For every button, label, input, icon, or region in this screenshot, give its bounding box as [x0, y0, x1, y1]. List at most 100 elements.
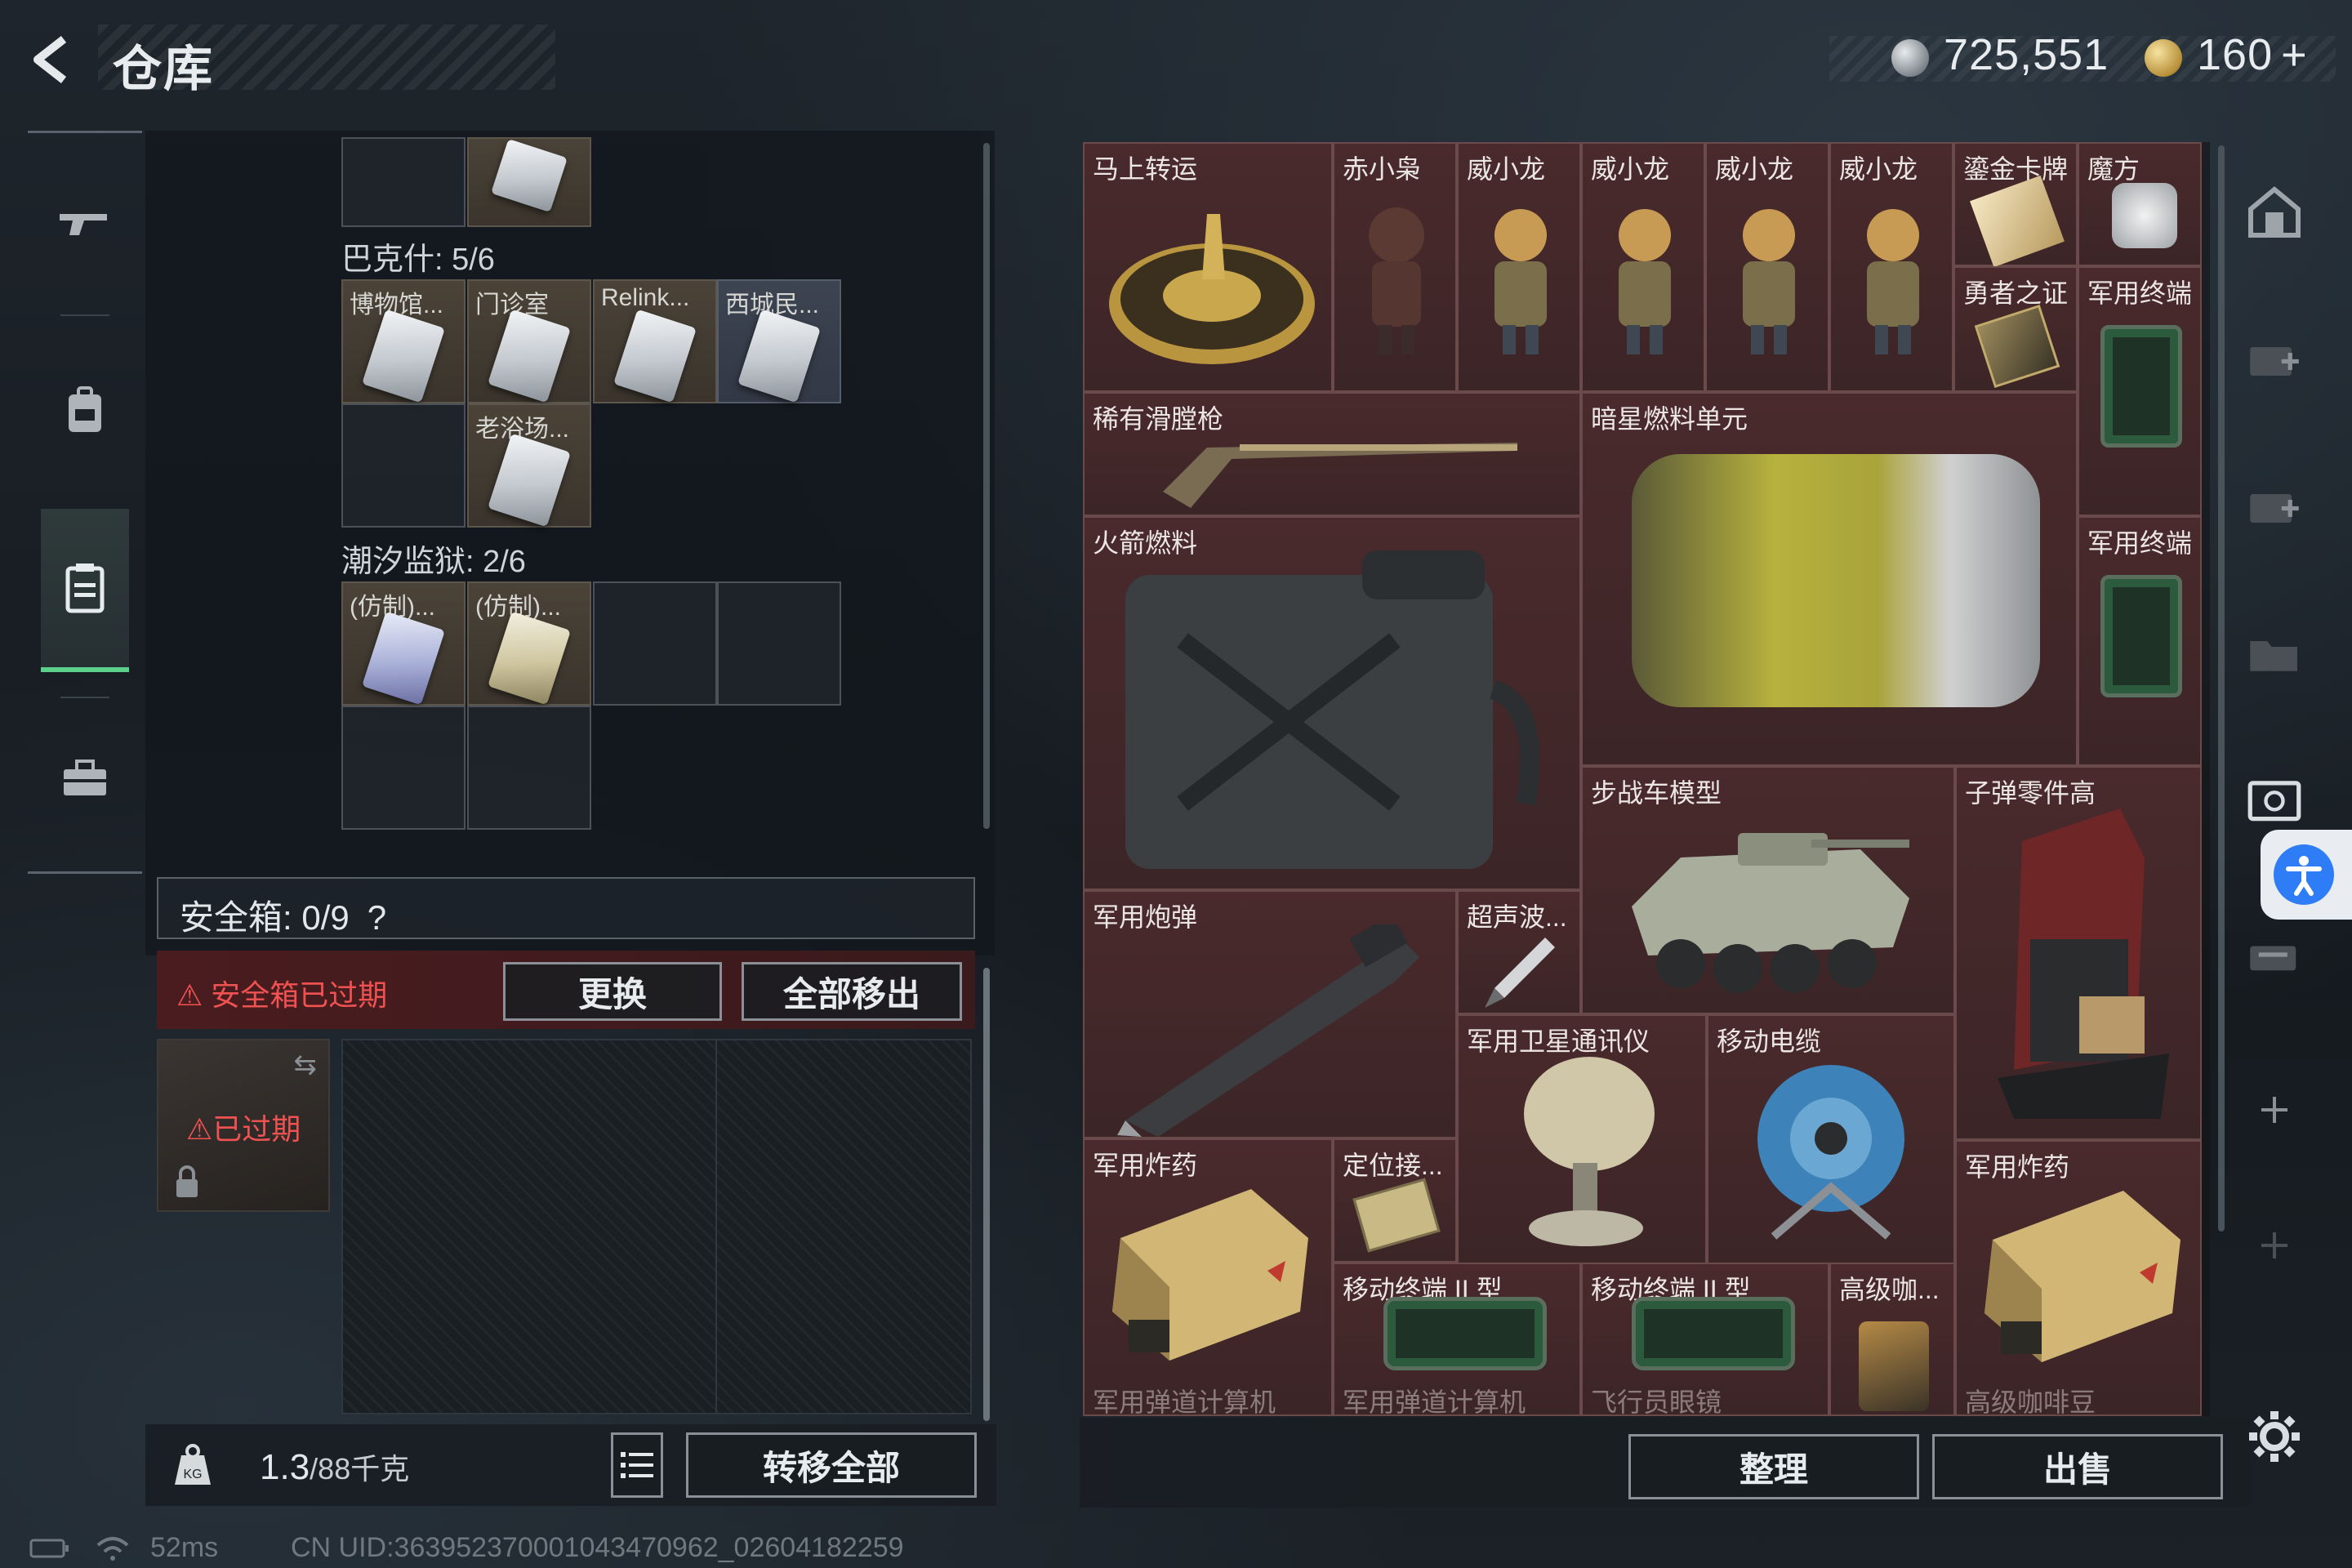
silver-coin-icon [1891, 39, 1929, 77]
item-slot[interactable]: 稀有滑膛枪 [1083, 392, 1581, 516]
tab-toolbox[interactable] [41, 697, 129, 860]
terminal-icon [2100, 325, 2182, 448]
figurine-icon [1494, 209, 1547, 354]
locator-icon [1352, 1178, 1441, 1253]
storage-page-tab[interactable] [2246, 330, 2303, 387]
item-slot[interactable]: 军用终端 [2078, 266, 2202, 516]
item-slot[interactable]: 子弹零件高 [1955, 766, 2202, 1140]
item-label: Relink... [601, 284, 690, 311]
item-slot[interactable]: 军用终端 [2078, 516, 2202, 766]
item-slot[interactable]: 马上转运 [1083, 142, 1333, 392]
item-label: 超声波... [1467, 902, 1567, 932]
storage-page-tab[interactable] [2246, 926, 2303, 983]
grid-slot[interactable] [467, 706, 591, 830]
inventory-action-bar: 整理 出售 [1080, 1418, 2251, 1508]
item-slot[interactable]: 老浴场... [467, 403, 591, 528]
storage-page-tab[interactable] [2246, 771, 2303, 828]
keycard-icon [362, 309, 445, 403]
item-slot[interactable]: 军用卫星通讯仪 [1457, 1014, 1707, 1264]
item-slot[interactable]: 火箭燃料 [1083, 516, 1581, 890]
scrollbar-thumb[interactable] [983, 968, 990, 1421]
storage-page-rail [2221, 142, 2319, 1416]
home-vault-icon [2248, 186, 2301, 238]
sort-button[interactable]: 整理 [1628, 1434, 1919, 1499]
safebox-thumbnail[interactable]: ⚠已过期 ⇆ [157, 1039, 330, 1212]
storage-home-tab[interactable] [2246, 183, 2303, 240]
grid-slot[interactable] [593, 581, 717, 706]
item-slot[interactable]: 军用炮弹 [1083, 890, 1457, 1138]
gold-plus-button[interactable]: + [2281, 30, 2308, 79]
expired-warning: ⚠ 安全箱已过期 [176, 972, 387, 1014]
section-bakesh: 巴克什: 5/6 [341, 243, 495, 277]
item-slot[interactable]: 军用炸药 军用弹道计算机 [1083, 1138, 1333, 1416]
item-slot[interactable]: 移动终端 II 型军用弹道计算机 [1333, 1263, 1581, 1416]
tab-backpack[interactable] [41, 329, 129, 492]
item-label: (仿制)... [350, 594, 435, 621]
item-slot[interactable]: 勇者之证 [1953, 266, 2078, 392]
silver-amount: 725,551 [1944, 30, 2109, 79]
list-view-button[interactable] [611, 1432, 663, 1498]
item-slot[interactable]: 移动电缆 [1707, 1014, 1955, 1264]
item-slot[interactable]: (仿制)... [341, 581, 466, 706]
ping-text: 52ms [150, 1532, 219, 1563]
warning-icon: ⚠ [186, 1112, 213, 1146]
swap-icon[interactable]: ⇆ [294, 1049, 318, 1081]
add-page-button[interactable] [2246, 1217, 2303, 1274]
storage-page-tab[interactable] [2246, 477, 2303, 534]
gold-coin-icon [2145, 39, 2182, 77]
keycard-icon [737, 309, 821, 403]
item-slot[interactable]: 门诊室 [467, 279, 591, 403]
expand-storage-icon [2250, 347, 2299, 376]
gun-icon [60, 214, 107, 235]
item-slot[interactable]: 博物馆... [341, 279, 466, 403]
safebox-header: 安全箱: 0/9? [157, 877, 975, 939]
mobile-terminal-icon [1383, 1297, 1547, 1370]
transfer-all-button[interactable]: 转移全部 [686, 1432, 977, 1498]
item-label: 鎏金卡牌 [1963, 154, 2069, 184]
gold-amount[interactable]: 160 + [2197, 29, 2308, 80]
ultrasound-icon [1485, 938, 1555, 1008]
item-slot[interactable]: 步战车模型 [1581, 766, 1955, 1014]
weight-value: 1.3 [260, 1447, 310, 1487]
keycard-icon [488, 433, 571, 528]
item-slot[interactable]: 移动终端 II 型飞行员眼镜 [1581, 1263, 1829, 1416]
remove-all-button[interactable]: 全部移出 [742, 962, 962, 1021]
ifv-model-icon [1632, 833, 1909, 993]
item-slot[interactable]: 高级咖... [1829, 1263, 1955, 1416]
item-slot[interactable]: (仿制)... [467, 581, 591, 706]
item-slot[interactable]: 威小龙 [1829, 142, 1953, 392]
help-icon[interactable]: ? [368, 898, 386, 937]
item-slot[interactable]: 赤小枭 [1333, 142, 1457, 392]
item-slot[interactable] [467, 137, 591, 227]
weight-readout: 1.3/88千克 [260, 1446, 409, 1488]
artillery-shell-icon [1117, 924, 1419, 1137]
tab-weapons[interactable] [41, 141, 129, 305]
add-page-button[interactable] [2246, 1081, 2303, 1138]
item-slot[interactable]: 威小龙 [1705, 142, 1829, 392]
item-slot[interactable]: 军用炸药 高级咖啡豆 [1955, 1140, 2202, 1416]
item-slot[interactable]: 魔方 [2078, 142, 2202, 266]
grid-slot[interactable] [341, 706, 466, 830]
back-arrow-icon[interactable] [24, 31, 82, 88]
replace-button[interactable]: 更换 [503, 962, 722, 1021]
item-slot[interactable]: 超声波... [1457, 890, 1581, 1014]
tab-storage[interactable] [41, 509, 129, 672]
item-slot[interactable]: 威小龙 [1581, 142, 1705, 392]
scrollbar[interactable] [983, 143, 990, 829]
item-slot[interactable]: Relink... [593, 279, 717, 403]
sell-button[interactable]: 出售 [1932, 1434, 2223, 1499]
item-label-partial: 军用弹道计算机 [1343, 1388, 1526, 1416]
accessibility-button[interactable] [2261, 830, 2352, 920]
grid-slot[interactable] [717, 581, 841, 706]
storage-page-tab[interactable] [2246, 624, 2303, 681]
grid-slot[interactable] [341, 137, 466, 227]
gun-case-icon [2250, 946, 2296, 971]
item-slot[interactable]: 定位接... [1333, 1138, 1457, 1263]
grid-slot[interactable] [341, 403, 466, 528]
item-slot[interactable]: 暗星燃料单元 [1581, 392, 2078, 766]
settings-gear-icon[interactable] [2246, 1408, 2303, 1465]
item-slot[interactable]: 威小龙 [1457, 142, 1581, 392]
item-slot[interactable]: 西城民... [717, 279, 841, 403]
safebox-grid[interactable] [341, 1039, 972, 1414]
item-slot[interactable]: 鎏金卡牌 [1953, 142, 2078, 268]
